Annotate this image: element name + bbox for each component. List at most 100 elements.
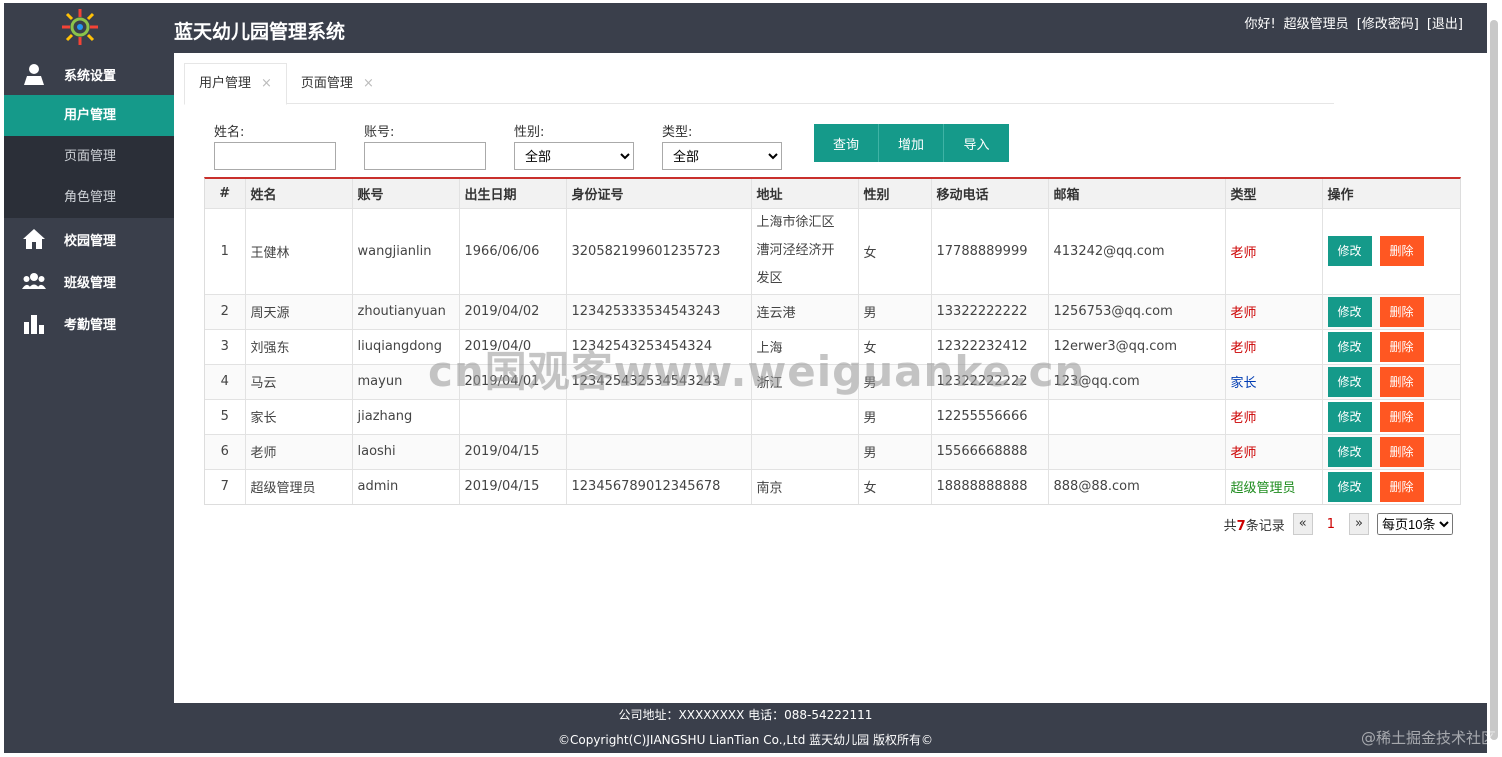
record-count-suffix: 条记录 <box>1245 518 1285 534</box>
delete-button[interactable]: 删除 <box>1379 436 1424 467</box>
type-cell: 老师 <box>1225 398 1323 434</box>
nav-item-role-management[interactable]: 角色管理 <box>4 177 174 218</box>
tab-user-management[interactable]: 用户管理 × <box>184 63 287 105</box>
column-header: # <box>205 179 246 208</box>
edit-button[interactable]: 修改 <box>1327 296 1372 327</box>
change-password-link[interactable]: [修改密码] <box>1357 13 1419 32</box>
birth-date-cell: 2019/04/02 <box>459 293 567 329</box>
row-index-cell: 4 <box>205 363 246 399</box>
table-row: 4 马云 mayun 2019/04/01 123425432534543243 浙江男 1… <box>205 363 1460 399</box>
table-row: 7 超级管理员 admin 2019/04/15 123456789012345678 南… <box>205 468 1460 504</box>
nav-group-attendance-management[interactable]: 考勤管理 <box>4 302 174 344</box>
phone-cell: 12322232412 <box>931 328 1049 364</box>
type-select[interactable]: 全部 <box>662 142 782 170</box>
birth-date-cell: 1966/06/06 <box>459 207 567 294</box>
type-label: 类型: <box>662 125 693 140</box>
page-size-select[interactable]: 每页10条 <box>1377 513 1453 535</box>
table-row: 2 周天源 zhoutianyuan 2019/04/02 12342533353454… <box>205 293 1460 329</box>
header: 蓝天幼儿园管理系统 你好! 超级管理员 [修改密码] [退出] <box>4 3 1487 53</box>
nav-item-page-management[interactable]: 页面管理 <box>4 136 174 177</box>
current-page[interactable]: 1 <box>1321 517 1341 532</box>
delete-button[interactable]: 删除 <box>1379 471 1424 502</box>
birth-date-cell: 2019/04/0 <box>459 328 567 364</box>
user-area: 你好! 超级管理员 [修改密码] [退出] <box>1244 13 1463 32</box>
delete-button[interactable]: 删除 <box>1379 331 1424 362</box>
main-content: 用户管理 × 页面管理 × 姓名: 账号: 性别: 全部 类型: 全部 查询 增… <box>174 53 1487 703</box>
record-count-prefix: 共 <box>1223 518 1237 534</box>
nav-group-label: 校园管理 <box>64 233 117 249</box>
user-icon <box>24 64 44 85</box>
delete-button[interactable]: 删除 <box>1379 401 1424 432</box>
address-cell <box>751 398 859 434</box>
gender-cell: 女 <box>858 207 932 294</box>
type-cell: 老师 <box>1225 207 1323 294</box>
tab-page-management[interactable]: 页面管理 × <box>287 63 388 104</box>
account-input[interactable] <box>364 142 486 170</box>
address-line: 漕河泾经济开 <box>756 243 835 258</box>
address-cell: 上海市徐汇区 漕河泾经济开 发区 <box>751 207 859 294</box>
edit-button[interactable]: 修改 <box>1327 331 1372 362</box>
account-cell: laoshi <box>352 433 460 469</box>
next-page-button[interactable]: » <box>1349 513 1369 535</box>
account-cell: mayun <box>352 363 460 399</box>
column-header: 操作 <box>1322 179 1460 208</box>
delete-button[interactable]: 删除 <box>1379 236 1424 266</box>
logout-link[interactable]: [退出] <box>1427 13 1463 32</box>
actions-cell: 修改 删除 <box>1322 433 1460 469</box>
address-line: 连云港 <box>756 306 796 321</box>
delete-button[interactable]: 删除 <box>1379 296 1424 327</box>
type-cell: 超级管理员 <box>1225 468 1323 504</box>
edit-button[interactable]: 修改 <box>1327 436 1372 467</box>
name-cell: 老师 <box>245 433 353 469</box>
gender-select[interactable]: 全部 <box>514 142 634 170</box>
name-input[interactable] <box>214 142 336 170</box>
address-cell: 上海 <box>751 328 859 364</box>
account-cell: zhoutianyuan <box>352 293 460 329</box>
id-number-cell: 123456789012345678 <box>566 468 752 504</box>
address-cell: 南京 <box>751 468 859 504</box>
nav-group-class-management[interactable]: 班级管理 <box>4 260 174 302</box>
address-cell <box>751 433 859 469</box>
logo <box>62 9 98 45</box>
address-line: 上海市徐汇区 <box>756 215 835 230</box>
row-index-cell: 1 <box>205 207 246 294</box>
table-row: 5 家长 jiazhang 男 12255556666 老师 修改 删除 <box>205 398 1460 434</box>
column-header: 地址 <box>751 179 859 208</box>
page-scrollbar[interactable] <box>1490 20 1498 740</box>
account-cell: liuqiangdong <box>352 328 460 364</box>
close-icon[interactable]: × <box>363 64 374 104</box>
nav-group-campus-management[interactable]: 校园管理 <box>4 218 174 260</box>
birth-date-cell: 2019/04/15 <box>459 468 567 504</box>
actions-cell: 修改 删除 <box>1322 328 1460 364</box>
actions-cell: 修改 删除 <box>1322 207 1460 294</box>
edit-button[interactable]: 修改 <box>1327 401 1372 432</box>
query-button[interactable]: 查询 <box>814 124 879 162</box>
greeting: 你好! <box>1244 17 1276 32</box>
table-header-row: # 姓名 账号 出生日期 身份证号 地址 性别 移动电话 邮箱 类型 操作 <box>205 179 1460 208</box>
close-icon[interactable]: × <box>261 64 272 104</box>
id-number-cell: 123425432534543243 <box>566 363 752 399</box>
gender-cell: 男 <box>858 363 932 399</box>
nav-group-system-settings[interactable]: 系统设置 <box>4 53 174 95</box>
nav-group-label: 考勤管理 <box>64 317 117 333</box>
tab-bar: 用户管理 × 页面管理 × <box>184 63 1334 105</box>
id-number-cell <box>566 433 752 469</box>
prev-page-button[interactable]: « <box>1292 513 1313 535</box>
actions-cell: 修改 删除 <box>1322 293 1460 329</box>
edit-button[interactable]: 修改 <box>1327 236 1372 266</box>
address-cell: 浙江 <box>751 363 859 399</box>
column-header: 移动电话 <box>931 179 1049 208</box>
account-label: 账号: <box>364 125 395 140</box>
column-header: 邮箱 <box>1048 179 1226 208</box>
nav-item-user-management[interactable]: 用户管理 <box>4 95 174 136</box>
email-cell: 12erwer3@qq.com <box>1048 328 1226 364</box>
import-button[interactable]: 导入 <box>944 124 1009 162</box>
id-number-cell <box>566 398 752 434</box>
edit-button[interactable]: 修改 <box>1327 471 1372 502</box>
type-cell: 家长 <box>1225 363 1323 399</box>
delete-button[interactable]: 删除 <box>1379 366 1424 397</box>
add-button[interactable]: 增加 <box>879 124 944 162</box>
edit-button[interactable]: 修改 <box>1327 366 1372 397</box>
app-frame: 蓝天幼儿园管理系统 你好! 超级管理员 [修改密码] [退出] 系统设置 用户管… <box>4 3 1487 753</box>
email-cell: 123@qq.com <box>1048 363 1226 399</box>
